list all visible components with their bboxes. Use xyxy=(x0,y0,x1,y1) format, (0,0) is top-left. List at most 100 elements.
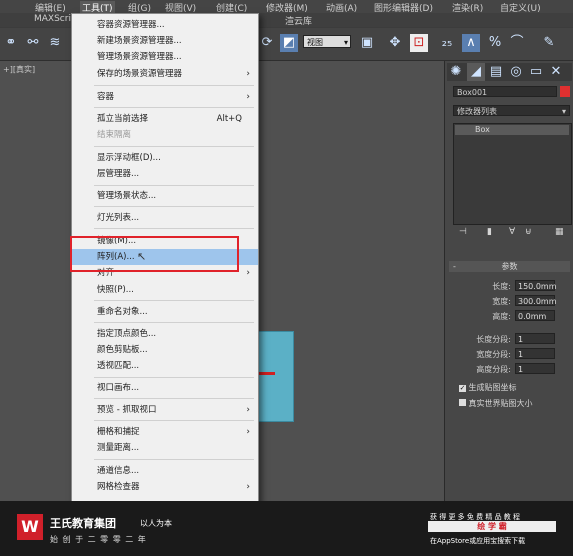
chevron-down-icon: ▾ xyxy=(561,107,566,116)
height-label: 高度: xyxy=(492,312,511,321)
menu-item-perspective-match[interactable]: 透视匹配... xyxy=(72,358,258,374)
show-end-result-icon[interactable]: ▮ xyxy=(487,227,492,237)
angle-snap-icon[interactable]: ∧ xyxy=(462,34,480,52)
remove-modifier-icon[interactable]: ⊌ xyxy=(525,227,532,237)
menu-item-end-isolate[interactable]: 结束隔离 xyxy=(72,127,258,143)
menu-item-channel-info[interactable]: 通道信息... xyxy=(72,463,258,479)
select-manipulate-icon[interactable]: ✥ xyxy=(386,34,404,52)
bind-space-warp-icon[interactable]: ≋ xyxy=(46,34,64,52)
menu-item-saved-scene-explorers[interactable]: 保存的场景资源管理器 › xyxy=(72,66,258,82)
menu-item-grab-viewport[interactable]: 预览 - 抓取视口 › xyxy=(72,402,258,418)
checkbox-unchecked-icon xyxy=(459,399,466,406)
menu-item-layer-manager[interactable]: 层管理器... xyxy=(72,166,258,182)
reference-coordinate-select[interactable]: 视图 ▾ xyxy=(303,35,351,48)
command-panel-tabs: ✺ ◢ ▤ ◎ ▭ ✕ xyxy=(447,63,572,81)
pivot-icon[interactable]: ▣ xyxy=(358,34,376,52)
menu-item-containers[interactable]: 容器 › xyxy=(72,89,258,105)
height-spinner[interactable]: 0.0mm xyxy=(515,310,555,321)
promo-badge: 绘 学 霸 xyxy=(428,521,556,532)
menu-item-mesh-inspector[interactable]: 网格检查器 › xyxy=(72,479,258,495)
scale-icon[interactable]: ◩ xyxy=(280,34,298,52)
real-world-map-size-checkbox[interactable]: 真实世界贴图大小 xyxy=(459,398,573,410)
width-spinner[interactable]: 300.0mm xyxy=(515,295,557,306)
length-spinner[interactable]: 150.0mm xyxy=(515,280,557,291)
view-select-value: 视图 xyxy=(307,38,323,47)
menu-render-cloud[interactable]: 渲云库 xyxy=(285,14,312,27)
spinner-snap-icon[interactable]: ⌒ xyxy=(508,34,526,52)
configure-modifier-sets-icon[interactable]: ▦ xyxy=(555,227,564,237)
create-tab-icon[interactable]: ✺ xyxy=(447,63,465,81)
menu-separator xyxy=(94,146,254,147)
company-slogan: 以人为本 xyxy=(140,519,172,528)
unlink-icon[interactable]: ⚯ xyxy=(24,34,42,52)
menu-separator xyxy=(94,300,254,301)
height-segs-spinner[interactable]: 1 xyxy=(515,363,555,374)
modifier-list-dropdown[interactable]: 修改器列表 ▾ xyxy=(453,105,570,116)
width-segs-spinner[interactable]: 1 xyxy=(515,348,555,359)
menu-item-snapshot[interactable]: 快照(P)... xyxy=(72,282,258,298)
object-name-field[interactable]: Box001 xyxy=(453,86,557,97)
menu-separator xyxy=(94,185,254,186)
display-tab-icon[interactable]: ▭ xyxy=(527,63,545,81)
menu-item-assign-vertex-colors[interactable]: 指定顶点颜色... xyxy=(72,326,258,342)
menu-separator xyxy=(94,459,254,460)
rollout-title: 参数 xyxy=(501,262,518,271)
highlight-annotation-box xyxy=(70,236,239,272)
snaps-toggle-icon[interactable]: ₂₅ xyxy=(438,34,456,52)
keyboard-shortcut-override-icon[interactable]: ⊡ xyxy=(410,34,428,52)
menu-item-container-explorer[interactable]: 容器资源管理器... xyxy=(72,17,258,33)
viewport-label[interactable]: +][真实] xyxy=(3,64,35,75)
object-color-swatch[interactable] xyxy=(560,86,570,97)
menu-item-isolate-selection[interactable]: 孤立当前选择 Alt+Q xyxy=(72,111,258,127)
length-label: 长度: xyxy=(492,282,511,291)
modifier-list-label: 修改器列表 xyxy=(457,107,497,116)
percent-snap-icon[interactable]: % xyxy=(486,34,504,52)
menu-separator xyxy=(94,85,254,86)
menu-item-display-floater[interactable]: 显示浮动框(D)... xyxy=(72,150,258,166)
edit-named-selection-icon[interactable]: ✎ xyxy=(540,34,558,52)
menu-item-color-clipboard[interactable]: 颜色剪贴板... xyxy=(72,342,258,358)
checkbox-checked-icon: ✓ xyxy=(459,384,466,392)
rotate-icon[interactable]: ⟳ xyxy=(258,34,276,52)
motion-tab-icon[interactable]: ◎ xyxy=(507,63,525,81)
length-segs-spinner[interactable]: 1 xyxy=(515,333,555,344)
pin-stack-icon[interactable]: ⊣ xyxy=(459,227,467,237)
height-segs-label: 高度分段: xyxy=(476,365,511,374)
menu-item-rename-objects[interactable]: 重命名对象... xyxy=(72,304,258,320)
length-segs-label: 长度分段: xyxy=(476,335,511,344)
menu-item-grids-and-snaps[interactable]: 栅格和捕捉 › xyxy=(72,424,258,440)
real-world-map-size-label: 真实世界贴图大小 xyxy=(468,399,533,408)
menu-item-manage-scene-explorer[interactable]: 管理场景资源管理器... xyxy=(72,49,258,65)
menu-separator xyxy=(94,420,254,421)
menu-bar: 编辑(E) 工具(T) 组(G) 视图(V) 创建(C) 修改器(M) 动画(A… xyxy=(0,0,573,14)
gen-mapping-coords-checkbox[interactable]: ✓ 生成贴图坐标 xyxy=(459,382,569,394)
stack-item-box[interactable]: Box xyxy=(455,125,569,135)
modify-tab-icon[interactable]: ◢ xyxy=(467,63,485,81)
menu-separator xyxy=(94,228,254,229)
parameters-rollout-header[interactable]: - 参数 xyxy=(449,261,570,272)
submenu-arrow-icon: › xyxy=(246,268,250,278)
menu-item-new-scene-explorer[interactable]: 新建场景资源管理器... xyxy=(72,33,258,49)
menu-separator xyxy=(94,398,254,399)
company-name: 王氏教育集团 xyxy=(50,517,116,530)
menu-maxscript[interactable]: MAXScri xyxy=(34,14,71,24)
submenu-arrow-icon: › xyxy=(246,92,250,102)
menu-item-viewport-canvas[interactable]: 视口画布... xyxy=(72,380,258,396)
menu-item-light-lister[interactable]: 灯光列表... xyxy=(72,210,258,226)
menu-item-measure-distance[interactable]: 测量距离... xyxy=(72,440,258,456)
menu-separator xyxy=(94,107,254,108)
promo-line-2: 在AppStore或应用宝搜索下载 xyxy=(430,537,526,545)
menu-item-manage-scene-states[interactable]: 管理场景状态... xyxy=(72,188,258,204)
menu-separator xyxy=(94,322,254,323)
chevron-down-icon: ▾ xyxy=(343,38,348,47)
utilities-tab-icon[interactable]: ✕ xyxy=(547,63,565,81)
founded-text: 始 创 于 二 零 零 二 年 xyxy=(50,535,147,544)
stack-buttons: ⊣ ▮ ∀ ⊌ ▦ xyxy=(459,227,569,241)
link-icon[interactable]: ⚭ xyxy=(2,34,20,52)
menu-separator xyxy=(94,377,254,378)
hierarchy-tab-icon[interactable]: ▤ xyxy=(487,63,505,81)
submenu-arrow-icon: › xyxy=(246,69,250,79)
make-unique-icon[interactable]: ∀ xyxy=(509,227,515,237)
watermark-bar: W 王氏教育集团 以人为本 始 创 于 二 零 零 二 年 获 得 更 多 免 … xyxy=(0,501,573,556)
box-object[interactable] xyxy=(258,331,294,422)
